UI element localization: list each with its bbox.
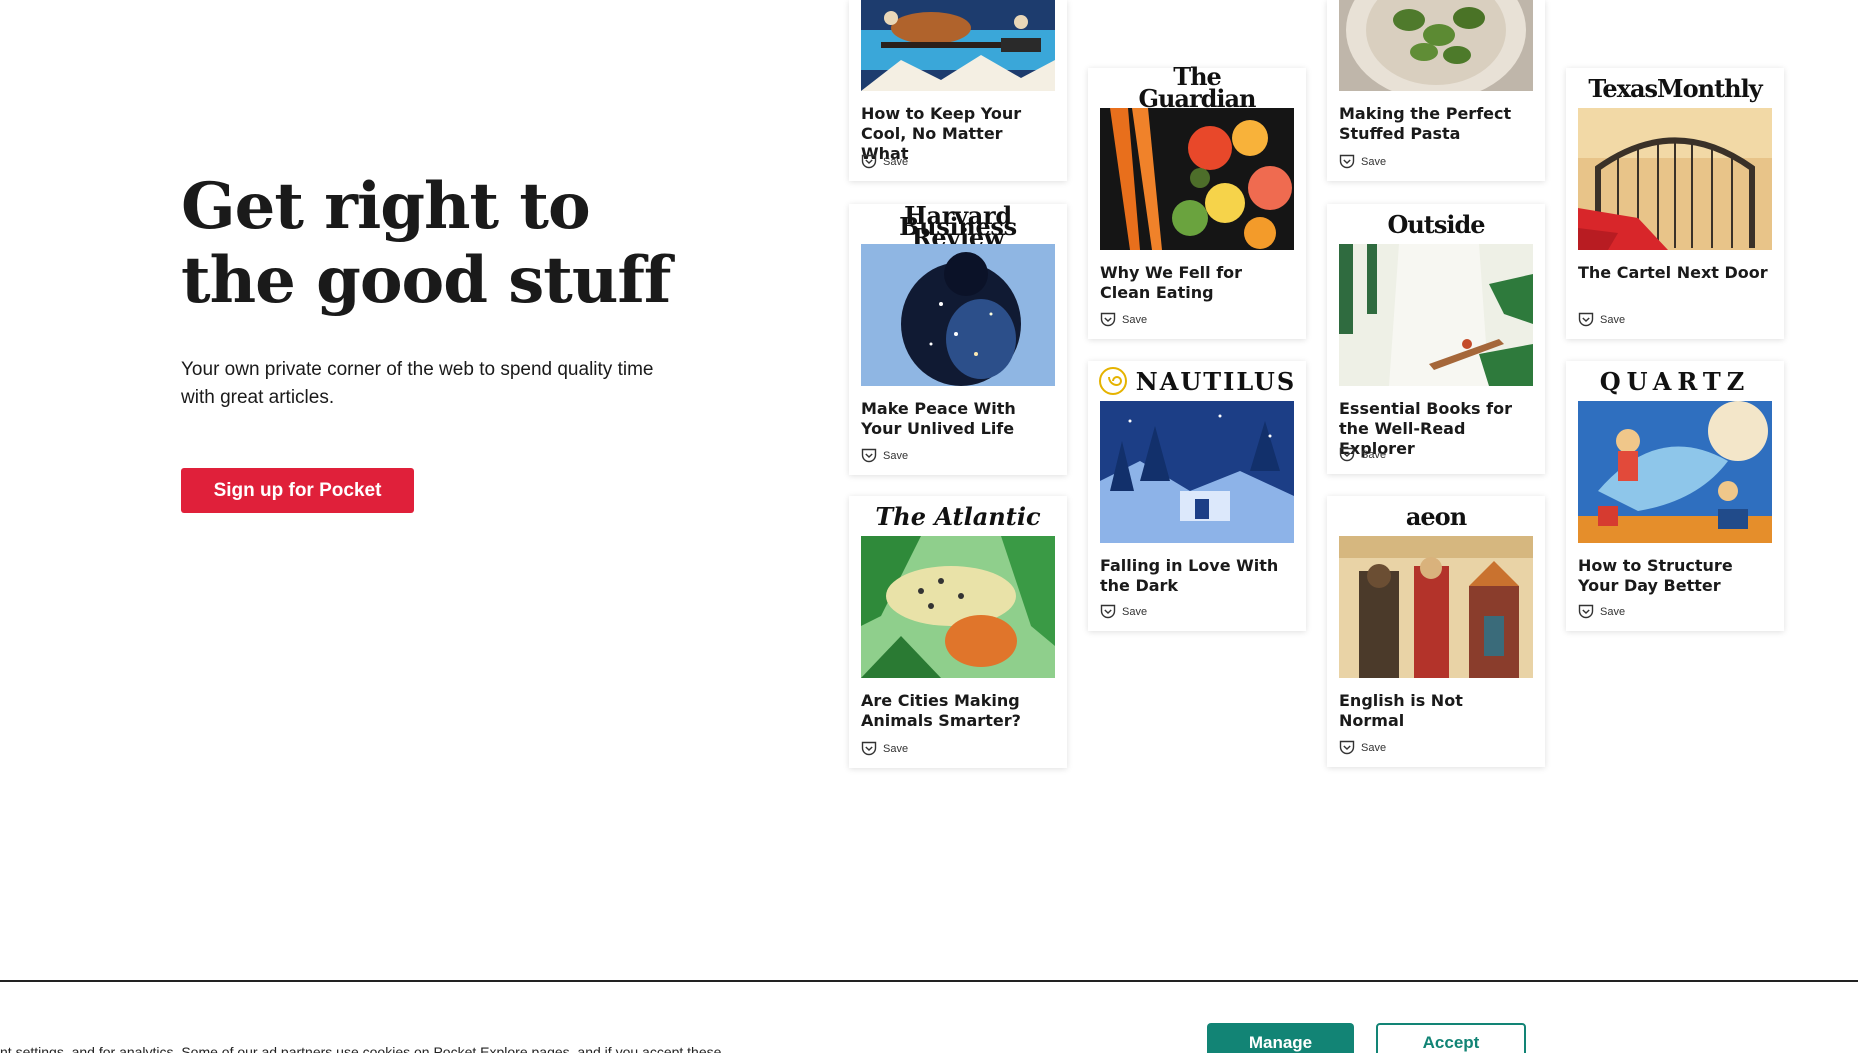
save-label: Save (883, 449, 909, 462)
article-title[interactable]: Why We Fell for Clean Eating (1100, 263, 1294, 303)
article-thumbnail (1100, 401, 1294, 543)
cookie-accept-button[interactable]: Accept (1376, 1023, 1526, 1053)
pocket-save-icon (861, 741, 877, 756)
save-label: Save (1600, 605, 1626, 618)
save-button[interactable]: Save (1339, 740, 1386, 755)
article-title[interactable]: Making the Perfect Stuffed Pasta (1339, 104, 1533, 144)
article-thumbnail (1339, 536, 1533, 678)
article-card-atlantic[interactable]: The Atlantic Are Cities Making Animals S… (849, 496, 1067, 768)
pocket-save-icon (1339, 154, 1355, 169)
publisher-logo-texas-monthly: TexasMonthly (1588, 73, 1762, 103)
article-card-texas-monthly[interactable]: TexasMonthly The Cartel Next Door Save (1566, 68, 1784, 339)
save-label: Save (883, 742, 909, 755)
pocket-save-icon (1578, 312, 1594, 327)
save-button[interactable]: Save (1100, 604, 1147, 619)
save-label: Save (1361, 155, 1387, 168)
sign-up-button[interactable]: Sign up for Pocket (181, 468, 414, 513)
cookie-consent-text: nt settings, and for analytics. Some of … (0, 1044, 722, 1053)
article-title[interactable]: Make Peace With Your Unlived Life (861, 399, 1055, 439)
article-card-hbr[interactable]: Harvard Business Review Make Peace With … (849, 200, 1067, 475)
article-title[interactable]: Are Cities Making Animals Smarter? (861, 691, 1055, 731)
publisher-logo-aeon: aeon (1405, 501, 1467, 531)
cookie-manage-button[interactable]: Manage (1207, 1023, 1354, 1053)
cookie-consent-banner: nt settings, and for analytics. Some of … (0, 980, 1858, 1053)
pocket-save-icon (1339, 740, 1355, 755)
save-button[interactable]: Save (1578, 604, 1625, 619)
article-card-keep-cool[interactable]: How to Keep Your Cool, No Matter What Sa… (849, 0, 1067, 181)
save-button[interactable]: Save (1339, 154, 1386, 169)
article-card-quartz[interactable]: QUARTZ How to Structure Your Day Better … (1566, 361, 1784, 631)
publisher-logo-guardian: The Guardian (1138, 62, 1256, 113)
pocket-save-icon (1100, 312, 1116, 327)
article-title[interactable]: Falling in Love With the Dark (1100, 556, 1294, 596)
article-thumbnail (1578, 401, 1772, 543)
article-card-pasta[interactable]: Making the Perfect Stuffed Pasta Save (1327, 0, 1545, 181)
save-button[interactable]: Save (861, 154, 908, 169)
article-card-nautilus[interactable]: NAUTILUS Falling in Love With the Dark S… (1088, 361, 1306, 631)
article-card-guardian[interactable]: The Guardian Why We Fell for Clean Eatin… (1088, 62, 1306, 339)
publisher-logo-nautilus-text: NAUTILUS (1135, 366, 1297, 396)
pocket-save-icon (1578, 604, 1594, 619)
article-thumbnail (1100, 108, 1294, 250)
article-card-outside[interactable]: Outside Essential Books for the Well-Rea… (1327, 204, 1545, 474)
pocket-save-icon (1339, 447, 1355, 462)
save-label: Save (1122, 313, 1148, 326)
article-card-aeon[interactable]: aeon English is Not Normal Save (1327, 496, 1545, 767)
publisher-logo-nautilus: NAUTILUS (1088, 361, 1306, 401)
save-label: Save (883, 155, 909, 168)
article-thumbnail (861, 536, 1055, 678)
article-thumbnail (861, 0, 1055, 91)
article-title[interactable]: English is Not Normal (1339, 691, 1533, 731)
pocket-save-icon (861, 448, 877, 463)
article-thumbnail (861, 244, 1055, 386)
article-thumbnail (1339, 0, 1533, 91)
save-button[interactable]: Save (861, 741, 908, 756)
hero-subtitle: Your own private corner of the web to sp… (181, 359, 654, 408)
article-title[interactable]: How to Structure Your Day Better (1578, 556, 1772, 596)
publisher-logo-outside: Outside (1387, 209, 1485, 239)
nautilus-shell-icon (1098, 367, 1127, 395)
save-label: Save (1600, 313, 1626, 326)
article-thumbnail (1578, 108, 1772, 250)
save-label: Save (1361, 741, 1387, 754)
hero-title-line1: Get right to (181, 169, 591, 244)
save-button[interactable]: Save (861, 448, 908, 463)
hero-title-line2: the good stuff (181, 243, 671, 318)
pocket-save-icon (861, 154, 877, 169)
hero-title: Get right to the good stuff (181, 170, 701, 318)
save-button[interactable]: Save (1100, 312, 1147, 327)
publisher-logo-hbr: Harvard Business Review (899, 200, 1017, 252)
article-thumbnail (1339, 244, 1533, 386)
save-label: Save (1122, 605, 1148, 618)
article-title[interactable]: The Cartel Next Door (1578, 263, 1772, 283)
publisher-logo-atlantic: The Atlantic (875, 501, 1041, 531)
hero-section: Get right to the good stuff Your own pri… (181, 170, 701, 513)
save-label: Save (1361, 448, 1387, 461)
publisher-logo-quartz: QUARTZ (1599, 366, 1751, 396)
save-button[interactable]: Save (1339, 447, 1386, 462)
save-button[interactable]: Save (1578, 312, 1625, 327)
pocket-save-icon (1100, 604, 1116, 619)
